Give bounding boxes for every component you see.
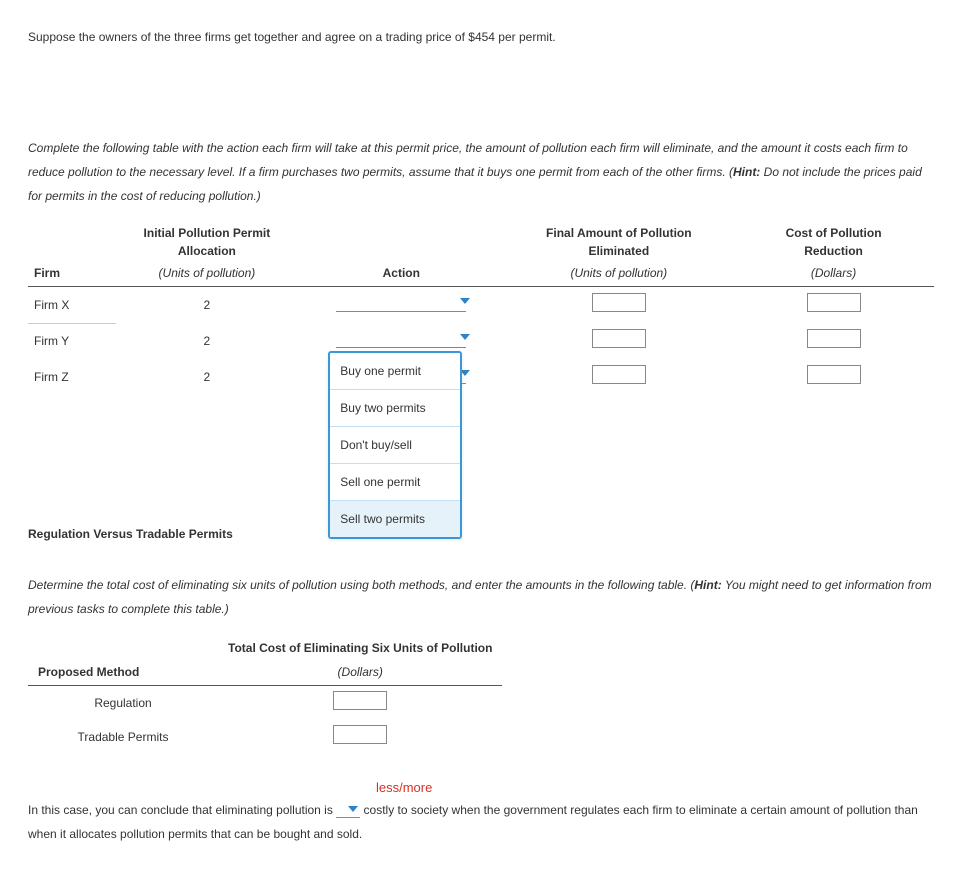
dropdown-option[interactable]: Don't buy/sell <box>330 427 460 464</box>
eliminated-input-y[interactable] <box>592 329 646 348</box>
hint-label: Hint: <box>733 165 760 179</box>
intro-text: Suppose the owners of the three firms ge… <box>28 28 934 46</box>
col-final-top: Final Amount of Pollution <box>546 226 692 240</box>
eliminated-input-z[interactable] <box>592 365 646 384</box>
col-total-unit: (Dollars) <box>218 661 502 686</box>
cost-input-z[interactable] <box>807 365 861 384</box>
cell-method: Tradable Permits <box>28 720 218 754</box>
col-alloc-unit: (Units of pollution) <box>116 264 298 287</box>
eliminated-input-x[interactable] <box>592 293 646 312</box>
final-pre: In this case, you can conclude that elim… <box>28 803 336 817</box>
col-cost-bot: Reduction <box>804 244 863 258</box>
col-firm: Firm <box>28 264 116 287</box>
table-row: Firm Z 2 <box>28 359 934 395</box>
dropdown-option[interactable]: Buy one permit <box>330 353 460 390</box>
table-row: Firm X 2 <box>28 287 934 324</box>
action-dropdown-menu: Buy one permit Buy two permits Don't buy… <box>328 351 462 539</box>
col-total-top: Total Cost of Eliminating Six Units of P… <box>218 637 502 661</box>
less-more-select[interactable] <box>336 803 360 818</box>
chevron-down-icon <box>348 806 358 812</box>
dropdown-option[interactable]: Sell two permits <box>330 501 460 537</box>
regulation-cost-input[interactable] <box>333 691 387 710</box>
tradable-cost-input[interactable] <box>333 725 387 744</box>
conclusion-text: In this case, you can conclude that elim… <box>28 798 934 846</box>
total-cost-table: Total Cost of Eliminating Six Units of P… <box>28 637 502 754</box>
action-select-y[interactable] <box>336 329 466 348</box>
dropdown-option[interactable]: Sell one permit <box>330 464 460 501</box>
col-cost-top: Cost of Pollution <box>786 226 882 240</box>
hint-label-2: Hint: <box>694 578 721 592</box>
cell-firm: Firm Y <box>28 323 116 359</box>
col-alloc-bot: Allocation <box>178 244 236 258</box>
determine-instructions: Determine the total cost of eliminating … <box>28 573 934 621</box>
cell-method: Regulation <box>28 686 218 721</box>
cell-alloc: 2 <box>116 287 298 324</box>
cost-input-x[interactable] <box>807 293 861 312</box>
determine-pre: Determine the total cost of eliminating … <box>28 578 694 592</box>
permits-table: Initial Pollution Permit Allocation Fina… <box>28 224 934 395</box>
table-row: Tradable Permits <box>28 720 502 754</box>
col-method: Proposed Method <box>28 661 218 686</box>
cell-alloc: 2 <box>116 359 298 395</box>
section-heading: Regulation Versus Tradable Permits <box>28 525 934 543</box>
table-row: Firm Y 2 Buy one permit Buy two permits … <box>28 323 934 359</box>
chevron-down-icon <box>460 334 470 340</box>
task-instructions: Complete the following table with the ac… <box>28 136 934 208</box>
cell-alloc: 2 <box>116 323 298 359</box>
col-alloc-top: Initial Pollution Permit <box>144 226 271 240</box>
cell-firm: Firm Z <box>28 359 116 395</box>
less-more-hint: less/more <box>376 778 934 798</box>
table-row: Regulation <box>28 686 502 721</box>
col-final-bot: Eliminated <box>588 244 649 258</box>
action-select-x[interactable] <box>336 293 466 312</box>
col-final-unit: (Units of pollution) <box>505 264 734 287</box>
col-action: Action <box>298 264 504 287</box>
cell-firm: Firm X <box>28 287 116 324</box>
dropdown-option[interactable]: Buy two permits <box>330 390 460 427</box>
chevron-down-icon <box>460 298 470 304</box>
col-cost-unit: (Dollars) <box>733 264 934 287</box>
cost-input-y[interactable] <box>807 329 861 348</box>
